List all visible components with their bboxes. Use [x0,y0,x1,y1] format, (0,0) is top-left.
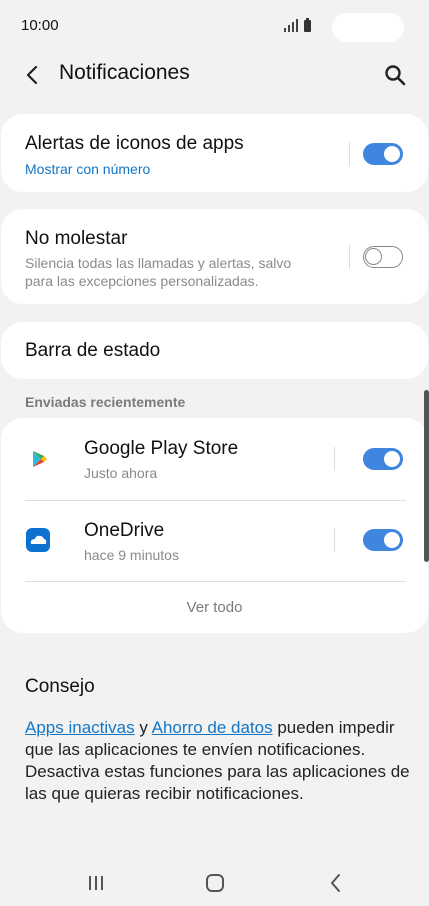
google-play-toggle[interactable] [363,448,403,470]
apps-inactivas-link[interactable]: Apps inactivas [25,718,135,737]
app-name: Google Play Store [84,438,239,459]
app-time: Justo ahora [84,465,158,481]
google-play-icon [25,446,51,472]
tip-title: Consejo [25,676,95,697]
tip-text: Apps inactivas y Ahorro de datos pueden … [25,717,410,805]
search-icon[interactable] [382,62,408,88]
scrollbar[interactable] [424,390,429,562]
recent-apps-card: Google Play Store Justo ahora OneDrive h… [1,418,428,633]
app-time: hace 9 minutos [84,547,179,563]
view-all-button[interactable]: Ver todo [1,599,428,616]
page-title: Notificaciones [59,61,190,84]
signal-battery-icon [284,18,311,32]
alertas-subtitle: Mostrar con número [25,161,151,177]
no-molestar-subtitle-line1: Silencia todas las llamadas y alertas, s… [25,255,292,271]
section-label: Enviadas recientemente [25,394,186,410]
back-icon[interactable] [323,870,349,896]
app-divider [334,447,335,471]
barra-card[interactable]: Barra de estado [1,322,428,379]
alertas-title: Alertas de iconos de apps [25,133,244,154]
barra-title: Barra de estado [25,340,161,361]
no-molestar-subtitle-line2: para las excepciones personalizadas. [25,273,259,289]
tip-connector: y [134,718,152,737]
back-arrow-icon[interactable] [20,62,46,88]
status-bar: 10:00 [0,0,429,52]
no-molestar-toggle[interactable] [363,246,403,268]
app-bar: Notificaciones [0,52,429,96]
no-molestar-card[interactable]: No molestar Silencia todas las llamadas … [1,209,428,304]
onedrive-toggle[interactable] [363,529,403,551]
list-item[interactable]: Google Play Store Justo ahora [1,418,428,500]
app-name: OneDrive [84,520,165,541]
alertas-card[interactable]: Alertas de iconos de apps Mostrar con nú… [1,114,428,192]
status-pill [332,13,404,42]
app-divider [334,528,335,552]
list-item[interactable]: OneDrive hace 9 minutos [1,501,428,581]
alertas-divider [349,142,350,166]
status-time: 10:00 [21,17,59,34]
no-molestar-divider [349,245,350,269]
list-divider [25,581,406,582]
alertas-toggle[interactable] [363,143,403,165]
recent-apps-icon[interactable] [83,870,109,896]
no-molestar-title: No molestar [25,228,128,249]
onedrive-icon [26,528,50,552]
home-icon[interactable] [202,870,228,896]
ahorro-datos-link[interactable]: Ahorro de datos [152,718,273,737]
navigation-bar [0,860,429,906]
